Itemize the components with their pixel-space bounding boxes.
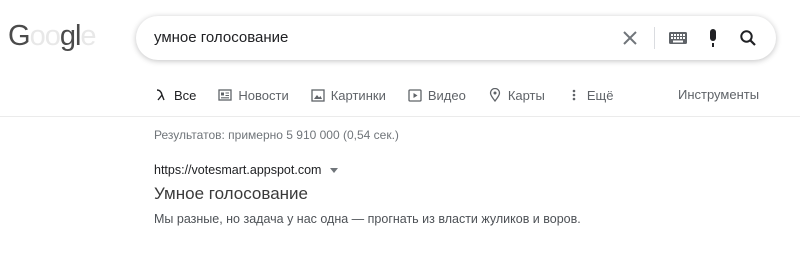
tab-maps[interactable]: Карты xyxy=(488,84,545,106)
result-title-link[interactable]: Умное голосование xyxy=(154,184,774,204)
tools-button[interactable]: Инструменты xyxy=(678,84,759,106)
tab-more[interactable]: Ещё xyxy=(567,84,614,106)
tab-news[interactable]: Новости xyxy=(218,84,289,106)
logo-letters-oo: oo xyxy=(29,20,61,52)
search-icon[interactable] xyxy=(736,26,760,50)
logo-letter-g: G xyxy=(8,20,31,52)
result-stats: Результатов: примерно 5 910 000 (0,54 се… xyxy=(154,128,399,142)
search-box[interactable]: умное голосование xyxy=(136,16,776,60)
tab-label: Новости xyxy=(238,87,289,103)
logo-letters-gl: gl xyxy=(59,20,82,52)
news-icon xyxy=(218,88,233,102)
search-result: https://votesmart.appspot.com Умное голо… xyxy=(154,163,774,226)
search-tabs: Все Новости Картинки Видео Карты Ещё xyxy=(154,84,635,106)
tab-label: Карты xyxy=(507,87,545,103)
chevron-down-icon[interactable] xyxy=(327,163,341,177)
tab-label: Картинки xyxy=(330,87,386,103)
clear-icon[interactable] xyxy=(618,26,642,50)
image-icon xyxy=(311,88,325,102)
tab-images[interactable]: Картинки xyxy=(311,84,386,106)
map-pin-icon xyxy=(488,88,502,102)
tab-label: Ещё xyxy=(586,87,614,103)
google-logo[interactable]: Goo gl e xyxy=(8,20,97,60)
video-icon xyxy=(408,88,422,102)
logo-letter-e: e xyxy=(80,20,96,52)
tab-video[interactable]: Видео xyxy=(408,84,466,106)
search-small-icon xyxy=(154,88,168,102)
keyboard-icon[interactable] xyxy=(666,26,690,50)
tab-all[interactable]: Все xyxy=(154,84,196,106)
result-url[interactable]: https://votesmart.appspot.com xyxy=(154,163,321,177)
result-snippet: Мы разные, но задача у нас одна — прогна… xyxy=(154,212,581,226)
search-input[interactable]: умное голосование xyxy=(154,16,288,60)
tab-label: Все xyxy=(174,87,197,103)
more-vert-icon xyxy=(567,88,581,102)
microphone-icon[interactable] xyxy=(701,26,725,50)
tabs-divider xyxy=(0,116,800,117)
result-url-row: https://votesmart.appspot.com xyxy=(154,163,774,177)
tab-label: Видео xyxy=(427,87,466,103)
search-box-divider xyxy=(654,27,655,49)
